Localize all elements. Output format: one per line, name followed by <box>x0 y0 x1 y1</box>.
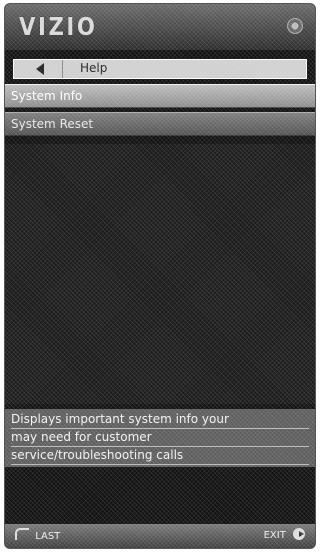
gear-icon[interactable] <box>287 18 303 34</box>
help-description: Displays important system info your may … <box>5 409 315 467</box>
description-line: service/troubleshooting calls <box>11 447 309 465</box>
description-line: may need for customer <box>11 429 309 447</box>
nav-title-bar: Help <box>13 59 307 79</box>
menu-item-system-reset[interactable]: System Reset <box>5 112 315 136</box>
back-arrow-icon[interactable] <box>36 63 44 75</box>
content-area <box>5 144 315 404</box>
menu-item-label: System Reset <box>11 117 94 131</box>
return-arrow-icon <box>15 528 29 540</box>
brand-logo: VIZIO <box>19 12 98 41</box>
menu-panel-body: VIZIO Help System Info System Reset Disp… <box>5 4 315 548</box>
exit-icon <box>293 528 305 540</box>
description-line: Displays important system info your <box>11 411 309 429</box>
exit-label: EXIT <box>263 530 286 541</box>
last-label: LAST <box>35 531 61 542</box>
footer-bar: LAST EXIT <box>5 524 315 548</box>
exit-button[interactable]: EXIT <box>264 528 305 541</box>
menu-item-system-info[interactable]: System Info <box>5 84 315 108</box>
menu-item-label: System Info <box>11 89 83 103</box>
title-separator <box>62 60 63 78</box>
page-title: Help <box>80 61 108 75</box>
tv-menu-panel: VIZIO Help System Info System Reset Disp… <box>4 3 316 549</box>
header-bar: VIZIO <box>5 4 315 50</box>
last-button[interactable]: LAST <box>15 528 60 542</box>
